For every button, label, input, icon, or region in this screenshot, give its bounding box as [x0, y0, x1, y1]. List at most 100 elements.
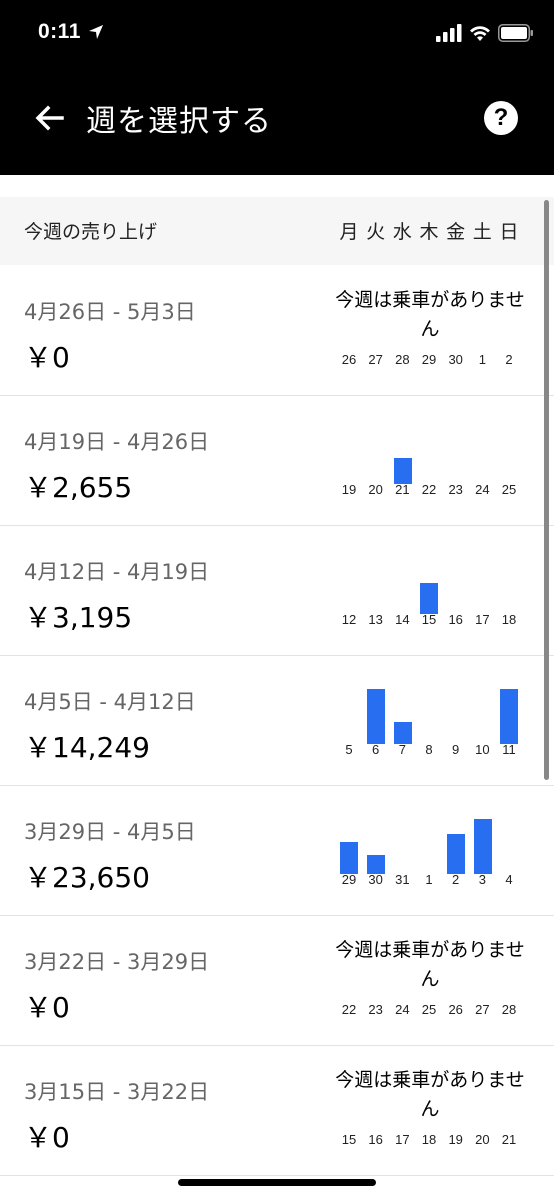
- day-label: 26: [448, 1002, 463, 1017]
- week-row[interactable]: 4月26日 - 5月3日 ￥0 今週は乗車がありません 26 27 28 29 30 1 2: [0, 266, 554, 396]
- day-label: 11: [502, 742, 516, 757]
- day-label: 27: [475, 1002, 490, 1017]
- day-label: 22: [341, 1002, 357, 1017]
- day-label: 29: [341, 872, 357, 887]
- weekday-label: 火: [366, 221, 386, 243]
- status-bar: 0:11: [0, 0, 554, 70]
- week-amount: ￥3,195: [24, 601, 133, 634]
- help-button[interactable]: ?: [484, 101, 518, 135]
- day-bar: [367, 689, 385, 744]
- day-labels: 22 23 24 25 26 27 28: [336, 1002, 522, 1020]
- day-label: 23: [448, 482, 463, 497]
- day-label: 31: [395, 872, 410, 887]
- day-label: 5: [345, 742, 353, 757]
- day-label: 28: [395, 352, 410, 367]
- day-label: 17: [395, 1132, 410, 1147]
- day-label: 4: [505, 872, 513, 887]
- week-row[interactable]: 3月15日 - 3月22日 ￥0 今週は乗車がありません 15 16 17 18 19 20 21: [0, 1046, 554, 1176]
- day-label: 21: [501, 1132, 517, 1147]
- day-label: 25: [421, 1002, 437, 1017]
- day-label: 8: [425, 742, 433, 757]
- day-label: 20: [475, 1132, 490, 1147]
- cellular-signal-icon: [436, 24, 462, 42]
- day-bar: [447, 834, 465, 874]
- help-circle-icon: ?: [493, 104, 509, 131]
- week-row[interactable]: 4月5日 - 4月12日 ￥14,249 5 6 7 8 9 10 11: [0, 656, 554, 786]
- earnings-header-label: 今週の売り上げ: [24, 221, 158, 243]
- week-amount: ￥2,655: [24, 471, 133, 504]
- day-label: 16: [448, 612, 463, 627]
- day-bar: [393, 722, 412, 744]
- day-label: 13: [368, 612, 383, 627]
- back-button[interactable]: [30, 98, 70, 138]
- no-rides-message: 今週は乗車がありません: [335, 939, 525, 990]
- wifi-icon: [470, 26, 490, 41]
- day-labels: 5 6 7 8 9 10 11: [336, 742, 522, 760]
- daily-earnings-chart: [336, 806, 522, 876]
- daily-earnings-chart: [336, 676, 522, 746]
- day-label: 18: [421, 1132, 437, 1147]
- day-label: 24: [475, 482, 490, 497]
- day-bar: [393, 458, 412, 484]
- arrow-left-icon: [35, 105, 64, 131]
- week-row[interactable]: 4月12日 - 4月19日 ￥3,195 12 13 14 15 16 17 18: [0, 526, 554, 656]
- weekday-labels: 月 火 水 木 金 土 日: [336, 217, 522, 243]
- page-title: 週を選択する: [86, 104, 272, 139]
- day-label: 29: [421, 352, 437, 367]
- weekday-label: 金: [446, 221, 466, 243]
- app-header: 0:11 週を選択する ?: [0, 0, 554, 175]
- day-bar: [340, 842, 359, 874]
- day-label: 15: [421, 612, 437, 627]
- daily-earnings-chart: [336, 546, 522, 616]
- day-label: 3: [478, 872, 486, 887]
- week-amount: ￥0: [24, 1121, 70, 1154]
- day-label: 24: [395, 1002, 410, 1017]
- week-row[interactable]: 3月22日 - 3月29日 ￥0 今週は乗車がありません 22 23 24 25 26 27 28: [0, 916, 554, 1046]
- day-label: 30: [448, 352, 463, 367]
- week-amount: ￥0: [24, 991, 70, 1024]
- day-label: 20: [368, 482, 383, 497]
- week-range: 3月15日 - 3月22日: [24, 1080, 210, 1104]
- day-labels: 15 16 17 18 19 20 21: [336, 1132, 522, 1150]
- daily-earnings-chart: [336, 416, 522, 486]
- day-label: 6: [372, 742, 380, 757]
- day-label: 18: [501, 612, 517, 627]
- day-bar: [473, 819, 492, 874]
- status-time: 0:11: [38, 20, 81, 43]
- day-labels: 29 30 31 1 2 3 4: [336, 872, 522, 890]
- day-label: 14: [395, 612, 410, 627]
- day-bar: [420, 583, 439, 614]
- week-range: 3月29日 - 4月5日: [24, 820, 196, 844]
- week-range: 4月26日 - 5月3日: [24, 300, 196, 324]
- location-arrow-icon: [89, 25, 103, 39]
- weekday-label: 水: [392, 221, 412, 243]
- day-label: 21: [395, 482, 410, 497]
- week-row[interactable]: 3月29日 - 4月5日 ￥23,650 29 30 31 1 2 3 4: [0, 786, 554, 916]
- day-bar: [500, 689, 519, 744]
- scrollbar[interactable]: [544, 200, 549, 780]
- day-label: 26: [341, 352, 357, 367]
- day-label: 27: [368, 352, 383, 367]
- week-amount: ￥14,249: [24, 731, 150, 764]
- day-label: 17: [475, 612, 490, 627]
- day-label: 23: [368, 1002, 383, 1017]
- battery-icon: [498, 24, 533, 42]
- day-labels: 19 20 21 22 23 24 25: [336, 482, 522, 500]
- weekday-label: 土: [472, 221, 492, 243]
- day-label: 12: [341, 612, 357, 627]
- day-labels: 26 27 28 29 30 1 2: [336, 352, 522, 370]
- day-label: 2: [505, 352, 513, 367]
- day-label: 10: [475, 742, 490, 757]
- home-indicator[interactable]: [178, 1179, 376, 1186]
- day-label: 19: [448, 1132, 463, 1147]
- week-row[interactable]: 4月19日 - 4月26日 ￥2,655 19 20 21 22 23 24 25: [0, 396, 554, 526]
- day-label: 9: [452, 742, 460, 757]
- weekday-label: 木: [419, 221, 439, 243]
- day-label: 1: [478, 352, 486, 367]
- day-label: 30: [368, 872, 383, 887]
- week-range: 3月22日 - 3月29日: [24, 950, 210, 974]
- week-range: 4月12日 - 4月19日: [24, 560, 210, 584]
- day-label: 15: [341, 1132, 357, 1147]
- day-label: 28: [501, 1002, 517, 1017]
- day-label: 25: [501, 482, 517, 497]
